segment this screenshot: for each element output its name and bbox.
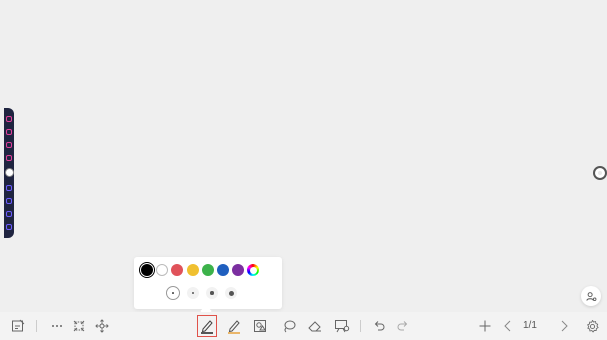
- more-icon[interactable]: [49, 318, 65, 334]
- color-green[interactable]: [201, 264, 214, 276]
- undo-icon[interactable]: [371, 318, 387, 334]
- side-tool-icon[interactable]: [6, 197, 12, 204]
- stroke-size-options: [166, 286, 237, 300]
- highlighter-icon[interactable]: [226, 318, 242, 334]
- redo-icon[interactable]: [395, 318, 411, 334]
- right-panel-handle[interactable]: [593, 166, 607, 180]
- prev-page-icon[interactable]: [500, 318, 516, 334]
- user-button[interactable]: [581, 286, 601, 306]
- stroke-size-1[interactable]: [166, 286, 180, 300]
- stroke-size-3[interactable]: [206, 287, 218, 299]
- toolbar-divider: [360, 320, 361, 332]
- select-icon[interactable]: [71, 318, 87, 334]
- bottom-toolbar: 1/1: [0, 312, 607, 340]
- side-tool-icon[interactable]: [6, 211, 12, 218]
- color-blue[interactable]: [216, 264, 229, 276]
- toolbar-divider: [36, 320, 37, 332]
- color-palette: [139, 262, 260, 278]
- side-tool-icon[interactable]: [6, 184, 12, 191]
- color-white[interactable]: [156, 264, 169, 276]
- whiteboard-menu-icon[interactable]: [10, 318, 26, 334]
- move-icon[interactable]: [94, 318, 110, 334]
- side-tool-icon[interactable]: [6, 115, 12, 122]
- dock-drag-handle[interactable]: [4, 168, 14, 178]
- side-tool-icon[interactable]: [6, 155, 12, 162]
- pen-settings-popover: [134, 257, 282, 309]
- side-tool-icon[interactable]: [6, 224, 12, 231]
- add-page-icon[interactable]: [477, 318, 493, 334]
- insert-icon[interactable]: [334, 318, 350, 334]
- side-tool-icon[interactable]: [6, 142, 12, 149]
- side-tool-icon[interactable]: [6, 128, 12, 135]
- whiteboard-canvas[interactable]: [0, 0, 607, 312]
- next-page-icon[interactable]: [556, 318, 572, 334]
- pen-icon[interactable]: [197, 315, 217, 337]
- color-red[interactable]: [171, 264, 184, 276]
- color-custom-rainbow[interactable]: [247, 264, 260, 276]
- side-tool-dock: [4, 108, 14, 238]
- page-indicator: 1/1: [523, 320, 537, 331]
- stroke-size-4[interactable]: [225, 287, 237, 299]
- settings-icon[interactable]: [584, 318, 600, 334]
- lasso-icon[interactable]: [281, 318, 297, 334]
- eraser-icon[interactable]: [307, 318, 323, 334]
- color-purple[interactable]: [232, 264, 245, 276]
- color-yellow[interactable]: [186, 264, 199, 276]
- user-icon: [585, 291, 596, 301]
- color-black[interactable]: [139, 262, 155, 278]
- stroke-size-2[interactable]: [187, 287, 199, 299]
- shape-icon[interactable]: [252, 318, 268, 334]
